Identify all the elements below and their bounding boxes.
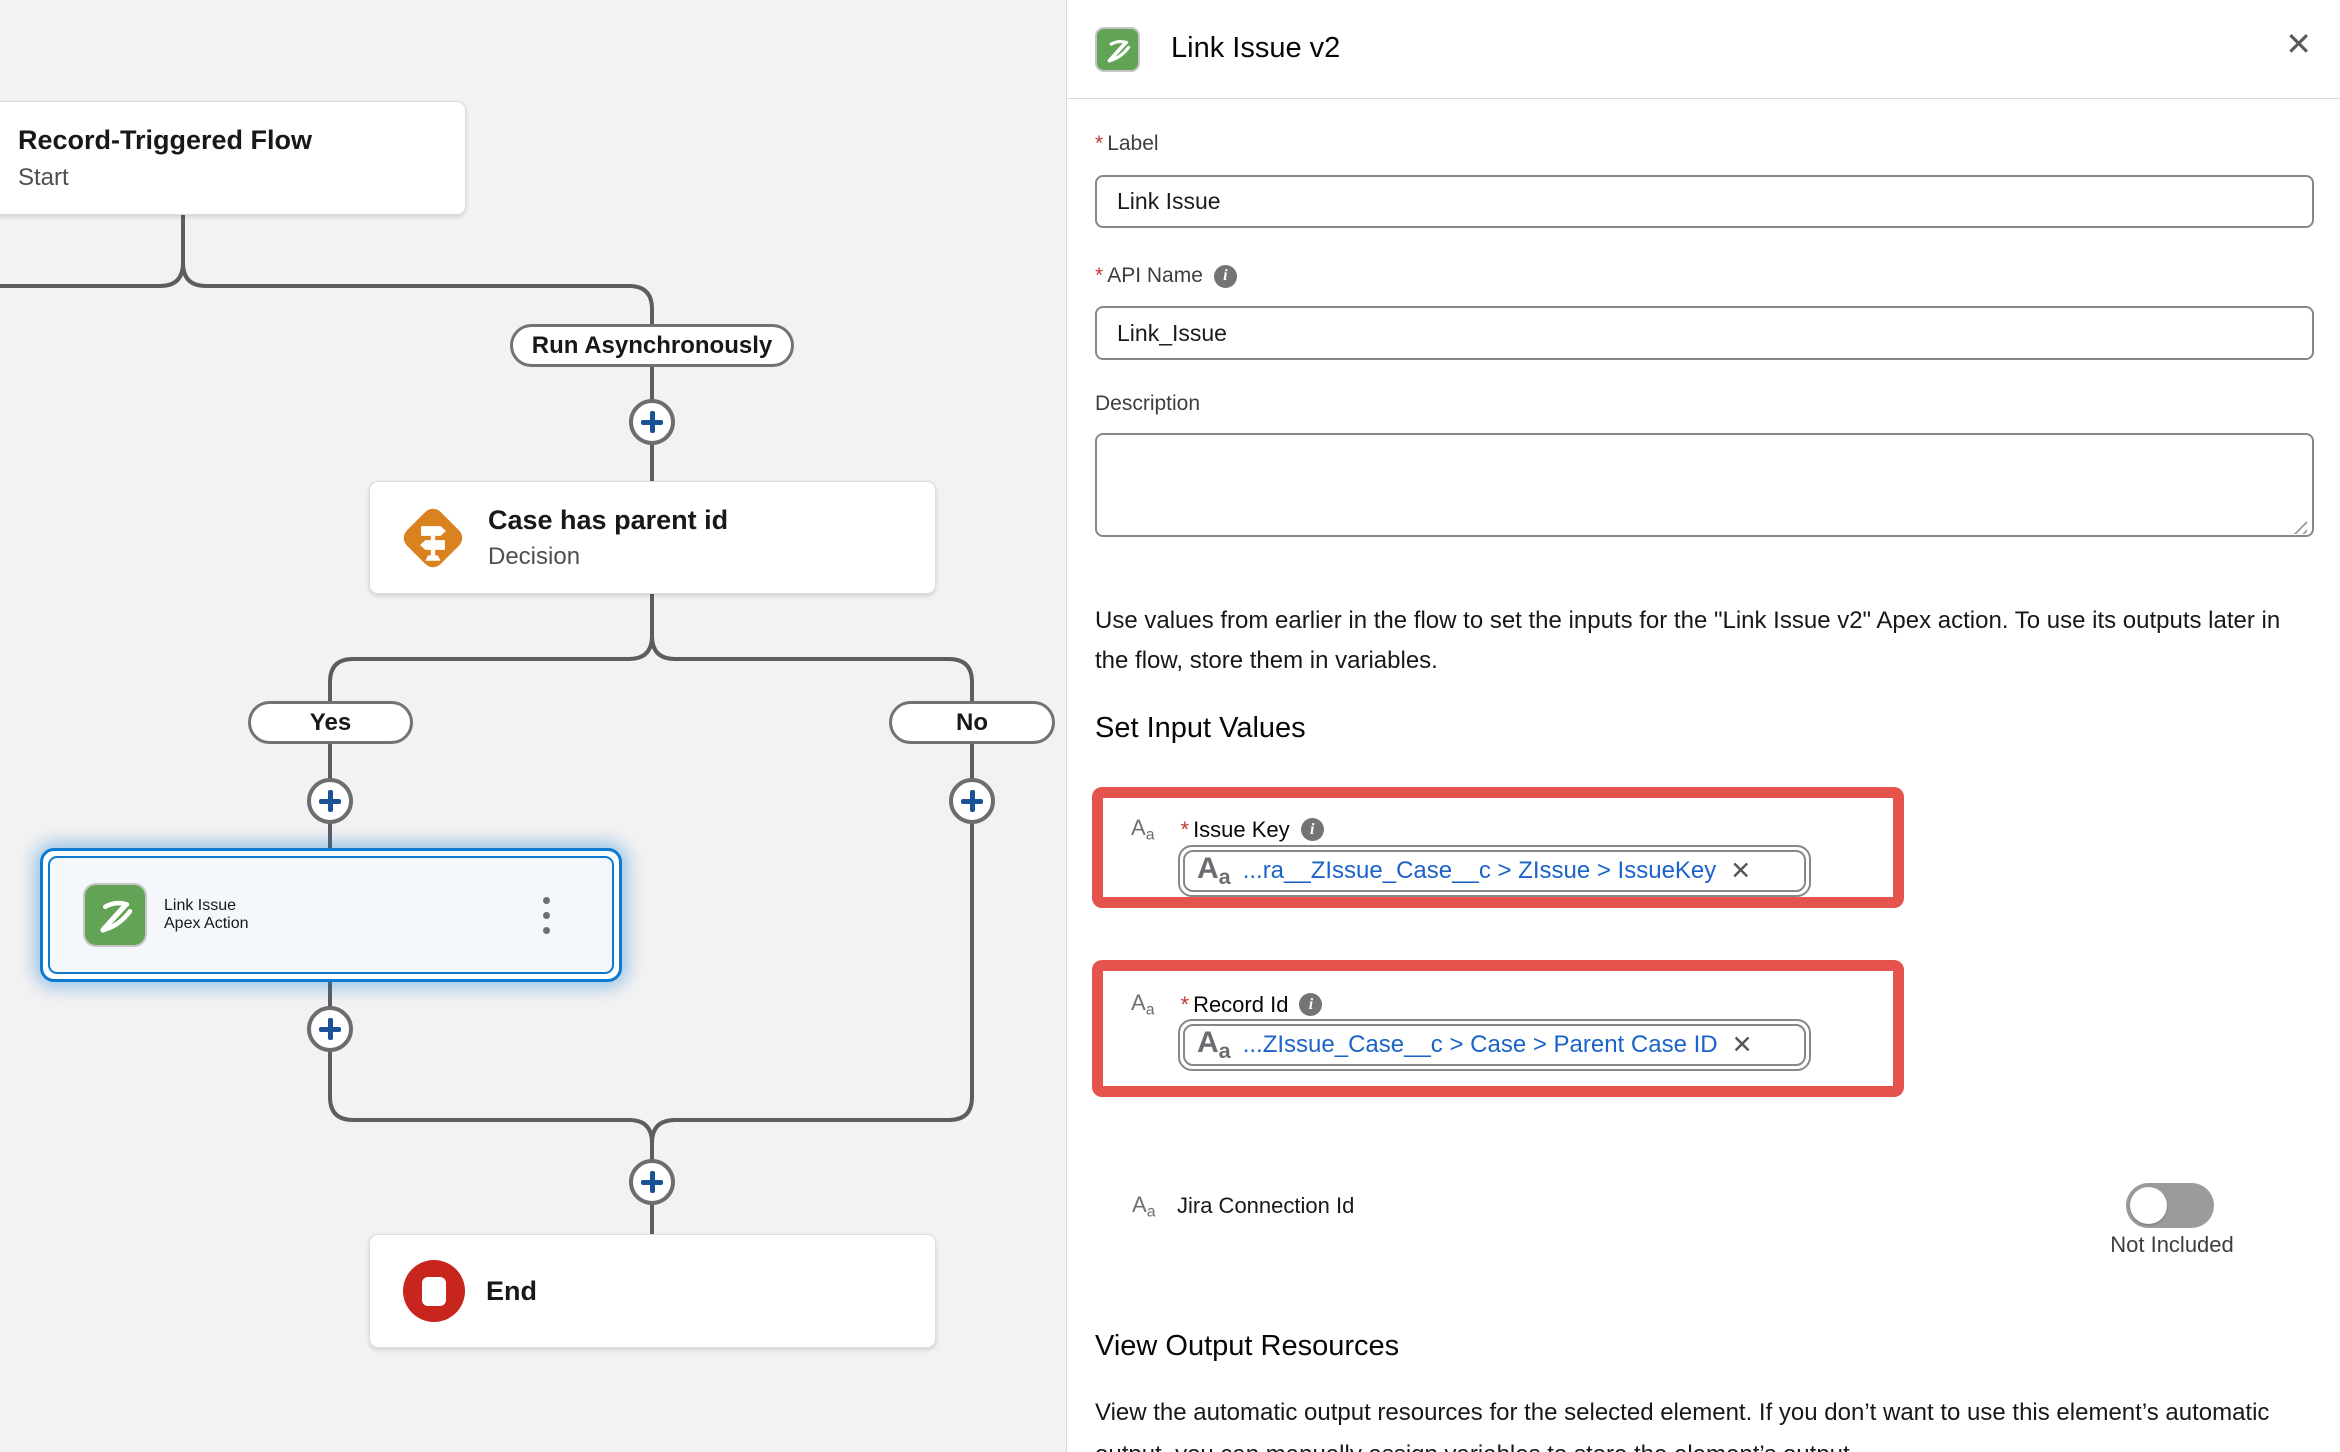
end-node[interactable]: End [369, 1234, 936, 1348]
record-id-value: ...ZIssue_Case__c > Case > Parent Case I… [1243, 1031, 1718, 1059]
issue-key-value-input[interactable]: Aa ...ra__ZIssue_Case__c > ZIssue > Issu… [1178, 845, 1811, 897]
add-element-button[interactable] [307, 778, 353, 824]
api-name-input[interactable] [1095, 306, 2314, 360]
branch-no-label: No [956, 709, 988, 737]
close-icon[interactable]: ✕ [2285, 28, 2312, 60]
apex-action-z-icon [1095, 27, 1140, 72]
record-id-label: * Record Id i [1181, 992, 1323, 1018]
required-marker: * [1181, 817, 1190, 843]
text-type-icon: Aa [1131, 815, 1155, 844]
branch-yes-pill: Yes [248, 701, 413, 744]
add-element-button[interactable] [629, 1159, 675, 1205]
label-field-label: * Label [1095, 132, 1159, 156]
apex-node-title: Link Issue [164, 897, 249, 915]
include-toggle[interactable] [2126, 1183, 2214, 1228]
required-marker: * [1181, 992, 1190, 1018]
info-icon[interactable]: i [1214, 265, 1237, 288]
end-icon [403, 1260, 465, 1322]
decision-node[interactable]: Case has parent id Decision [369, 481, 936, 594]
info-icon[interactable]: i [1301, 818, 1324, 841]
end-node-title: End [486, 1276, 537, 1307]
decision-node-title: Case has parent id [488, 505, 728, 536]
issue-key-annotation-box: Aa * Issue Key i Aa ...ra__ZIssue_Case__… [1092, 787, 1904, 908]
add-element-button[interactable] [629, 399, 675, 445]
start-node-subtitle: Start [18, 164, 69, 192]
info-icon[interactable]: i [1299, 993, 1322, 1016]
flow-builder-app: Record-Triggered Flow Start Run Asynchro… [0, 0, 2340, 1452]
record-id-value-input[interactable]: Aa ...ZIssue_Case__c > Case > Parent Cas… [1178, 1019, 1811, 1071]
output-text: View the automatic output resources for … [1095, 1392, 2300, 1452]
issue-key-label: * Issue Key i [1181, 817, 1324, 843]
intro-text: Use values from earlier in the flow to s… [1095, 601, 2290, 681]
description-textarea[interactable] [1095, 433, 2314, 537]
apex-node-subtitle: Apex Action [164, 915, 249, 933]
record-id-annotation-box: Aa * Record Id i Aa ...ZIssue_Case__c > … [1092, 960, 1904, 1097]
start-node[interactable]: Record-Triggered Flow Start [0, 101, 466, 215]
add-element-button[interactable] [307, 1006, 353, 1052]
required-marker: * [1095, 264, 1103, 288]
toggle-knob [2130, 1187, 2167, 1224]
apex-action-z-icon [83, 883, 147, 947]
flow-canvas[interactable]: Record-Triggered Flow Start Run Asynchro… [0, 0, 1066, 1452]
text-type-icon: Aa [1131, 990, 1155, 1019]
decision-icon [394, 499, 472, 577]
async-path-pill: Run Asynchronously [510, 324, 794, 367]
text-type-icon: Aa [1197, 1026, 1231, 1064]
view-output-resources-heading: View Output Resources [1095, 1330, 1399, 1363]
start-node-title: Record-Triggered Flow [18, 125, 312, 156]
node-menu-icon[interactable] [543, 897, 550, 934]
decision-node-subtitle: Decision [488, 543, 728, 571]
panel-header: Link Issue v2 ✕ [1067, 0, 2340, 99]
required-marker: * [1095, 132, 1103, 156]
issue-key-value: ...ra__ZIssue_Case__c > ZIssue > IssueKe… [1243, 857, 1717, 885]
description-field-label: Description [1095, 392, 1200, 416]
branch-no-pill: No [889, 701, 1055, 744]
properties-panel: Link Issue v2 ✕ * Label * API Name i Des… [1066, 0, 2340, 1452]
async-path-label: Run Asynchronously [532, 332, 772, 360]
remove-value-icon[interactable]: ✕ [1732, 1030, 1753, 1060]
text-type-icon: Aa [1197, 852, 1231, 890]
panel-title: Link Issue v2 [1171, 32, 1340, 65]
toggle-caption: Not Included [2102, 1232, 2242, 1258]
remove-value-icon[interactable]: ✕ [1730, 856, 1751, 886]
jira-connection-id-label: Jira Connection Id [1177, 1193, 1354, 1219]
label-input[interactable] [1095, 175, 2314, 228]
set-input-values-heading: Set Input Values [1095, 712, 1306, 745]
api-name-field-label: * API Name i [1095, 264, 1237, 288]
add-element-button[interactable] [949, 778, 995, 824]
branch-yes-label: Yes [310, 709, 351, 737]
apex-action-node-selected[interactable]: Link Issue Apex Action [40, 848, 622, 982]
text-type-icon: Aa [1132, 1192, 1156, 1221]
